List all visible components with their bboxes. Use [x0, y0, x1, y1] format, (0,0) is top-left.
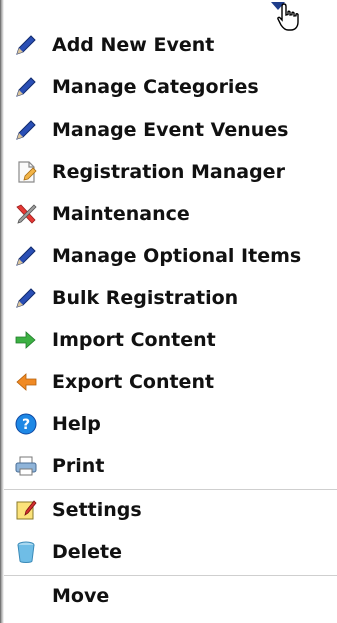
menu-separator [4, 575, 337, 576]
menu-item-label: Export Content [52, 371, 215, 393]
menu-item-label: Manage Event Venues [52, 119, 289, 141]
menu-item-import-content[interactable]: Import Content [4, 322, 337, 358]
menu-item-label: Registration Manager [52, 161, 285, 183]
menu-item-label: Maintenance [52, 203, 190, 225]
menu-item-manage-categories[interactable]: Manage Categories [4, 69, 337, 105]
menu-item-label: Delete [52, 541, 123, 563]
arrow-left-icon [12, 368, 40, 396]
pencil-icon [12, 284, 40, 312]
menu-item-move[interactable]: Move [4, 578, 337, 614]
pencil-icon [12, 73, 40, 101]
menu-item-add-new-event[interactable]: Add New Event [4, 27, 337, 63]
menu-item-label: Print [52, 455, 105, 477]
menu-item-manage-event-venues[interactable]: Manage Event Venues [4, 112, 337, 148]
menu-item-export-content[interactable]: Export Content [4, 364, 337, 400]
menu-item-label: Manage Categories [52, 76, 259, 98]
arrow-right-icon [12, 326, 40, 354]
menu-separator [4, 489, 337, 490]
menu-item-label: Add New Event [52, 34, 215, 56]
pencil-icon [12, 31, 40, 59]
tools-icon [12, 200, 40, 228]
menu-item-label: Settings [52, 499, 142, 521]
context-menu: Add New Event Manage Categories Manage E… [0, 0, 337, 623]
print-icon [12, 452, 40, 480]
svg-text:?: ? [22, 417, 30, 433]
document-edit-icon [12, 158, 40, 186]
menu-item-label: Bulk Registration [52, 287, 239, 309]
trash-icon [12, 538, 40, 566]
menu-item-label: Help [52, 413, 101, 435]
menu-item-settings[interactable]: Settings [4, 492, 337, 528]
menu-item-help[interactable]: ? Help [4, 406, 337, 442]
menu-item-label: Import Content [52, 329, 216, 351]
menu-item-print[interactable]: Print [4, 448, 337, 484]
settings-icon [12, 496, 40, 524]
menu-item-maintenance[interactable]: Maintenance [4, 196, 337, 232]
menu-item-label: Manage Optional Items [52, 245, 302, 267]
menu-item-bulk-registration[interactable]: Bulk Registration [4, 280, 337, 316]
menu-item-delete[interactable]: Delete [4, 534, 337, 570]
menu-item-registration-manager[interactable]: Registration Manager [4, 154, 337, 190]
help-icon: ? [12, 410, 40, 438]
menu-item-manage-optional-items[interactable]: Manage Optional Items [4, 238, 337, 274]
menu-item-label: Move [52, 585, 110, 607]
pencil-icon [12, 242, 40, 270]
pencil-icon [12, 116, 40, 144]
